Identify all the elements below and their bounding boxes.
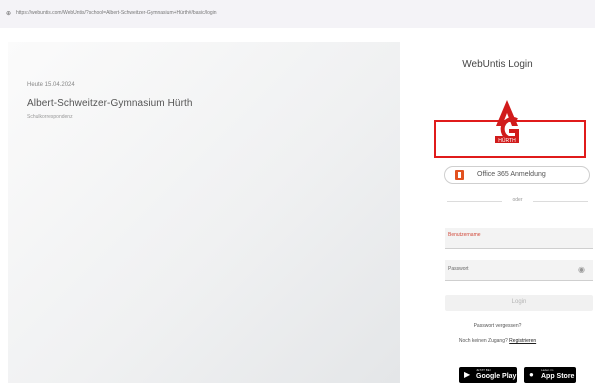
register-link[interactable]: Registrieren	[509, 338, 536, 344]
office365-login-button[interactable]: Office 365 Anmeldung	[444, 166, 590, 184]
school-name: Albert-Schweitzer-Gymnasium Hürth	[27, 98, 193, 109]
office-icon	[455, 170, 464, 180]
today-date: Heute 15.04.2024	[27, 82, 75, 88]
google-play-small-text: JETZT BEI	[476, 368, 491, 372]
login-button-label: Login	[511, 299, 527, 305]
password-field[interactable]: Passwort ◉	[445, 260, 593, 281]
office365-label: Office 365 Anmeldung	[477, 171, 546, 178]
url-text[interactable]: https://webuntis.com/WebUntis/?school=Al…	[16, 10, 217, 16]
school-logo: HÜRTH	[495, 100, 519, 144]
apple-icon: ●	[529, 370, 534, 379]
page-top-gap	[0, 28, 595, 42]
username-field[interactable]: Benutzername	[445, 228, 593, 249]
page-info-icon[interactable]: ⊕	[6, 10, 11, 17]
google-play-button[interactable]: ▶ JETZT BEI Google Play	[459, 367, 517, 383]
divider-line-right	[533, 201, 588, 202]
login-button[interactable]: Login	[445, 295, 593, 311]
or-text: oder	[512, 197, 523, 203]
browser-address-bar[interactable]: ⊕ https://webuntis.com/WebUntis/?school=…	[0, 0, 595, 28]
password-label: Passwort	[448, 266, 469, 272]
login-title: WebUntis Login	[462, 59, 533, 70]
app-store-button[interactable]: ● Laden im App Store	[524, 367, 576, 383]
google-play-label: Google Play	[476, 373, 517, 380]
login-panel: WebUntis Login HÜRTH Office 365 Anmeldun…	[400, 42, 595, 383]
left-background-panel: Heute 15.04.2024 Albert-Schweitzer-Gymna…	[8, 42, 400, 383]
username-label: Benutzername	[448, 232, 481, 238]
eye-icon[interactable]: ◉	[578, 265, 587, 274]
play-icon: ▶	[464, 370, 471, 379]
forgot-password-link[interactable]: Passwort vergessen?	[400, 323, 595, 329]
app-store-small-text: Laden im	[541, 368, 554, 372]
register-row: Noch keinen Zugang? Registrieren	[400, 338, 595, 344]
app-store-label: App Store	[541, 373, 575, 380]
no-account-text: Noch keinen Zugang?	[458, 338, 508, 344]
school-subline: Schulkorrespondenz	[27, 114, 73, 120]
logo-text: HÜRTH	[498, 137, 516, 144]
or-divider: oder	[445, 197, 590, 205]
